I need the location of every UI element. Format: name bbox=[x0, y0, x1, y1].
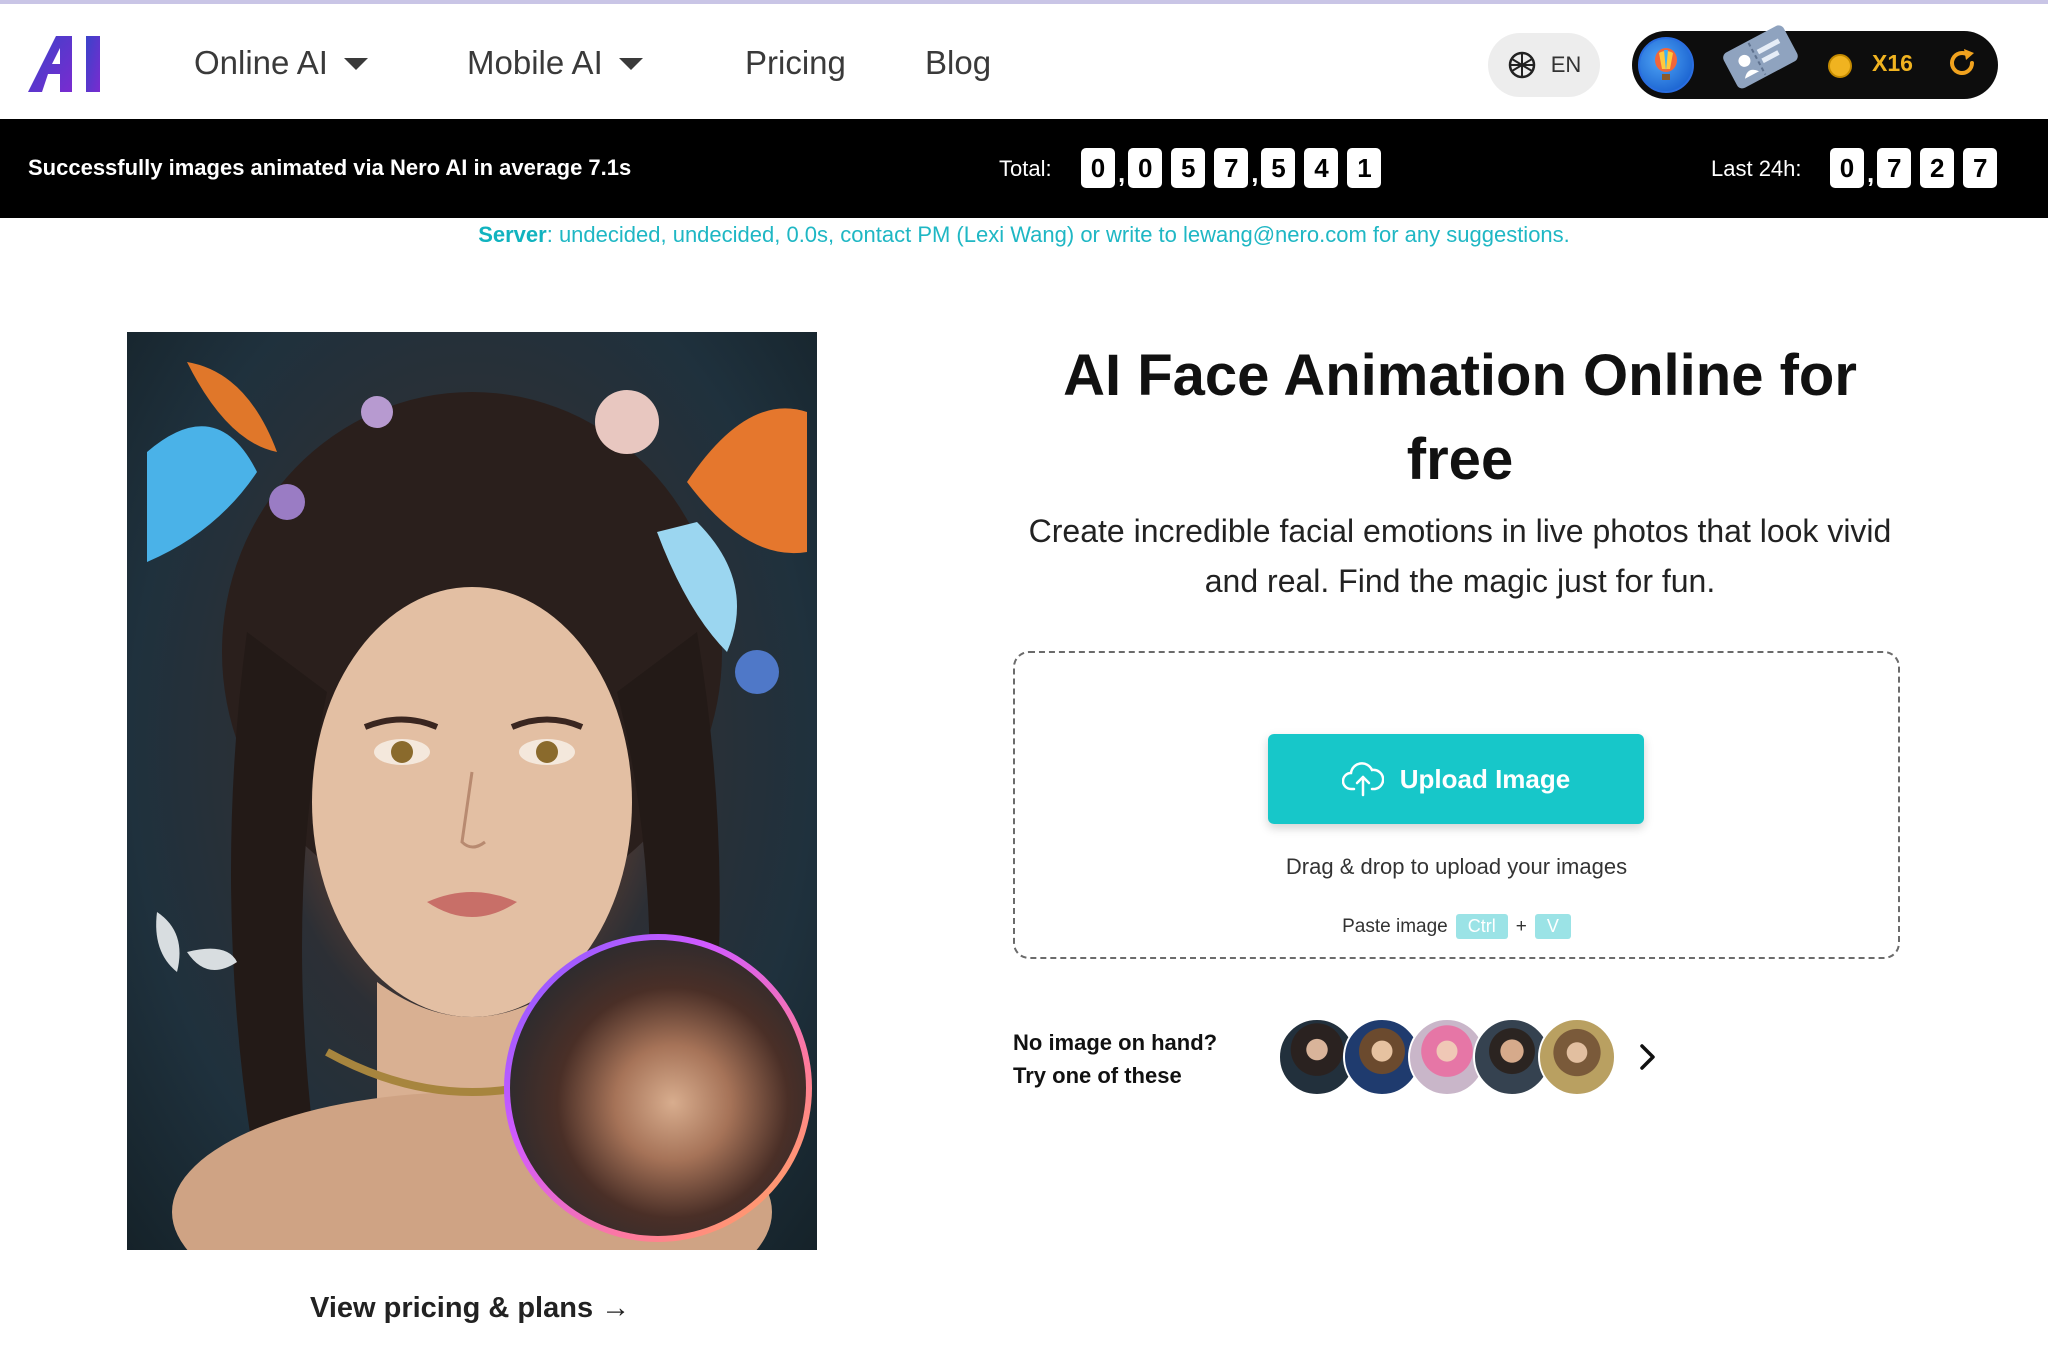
account-panel: X16 bbox=[1632, 25, 1998, 99]
last24-counter: 0 , 7 2 7 bbox=[1830, 148, 1998, 188]
chevron-right-icon[interactable] bbox=[1636, 1040, 1660, 1074]
total-label: Total: bbox=[999, 156, 1052, 181]
server-text: : undecided, undecided, 0.0s, contact PM… bbox=[546, 222, 1570, 247]
counter-digit: 5 bbox=[1171, 148, 1206, 188]
nav-blog-label: Blog bbox=[925, 44, 992, 81]
counter-digit: 0 bbox=[1081, 148, 1115, 188]
language-label: EN bbox=[1550, 52, 1582, 77]
refresh-icon[interactable] bbox=[1944, 45, 1980, 81]
drag-drop-hint: Drag & drop to upload your images bbox=[1285, 854, 1628, 879]
page-title: AI Face Animation Online for free bbox=[1063, 343, 1857, 492]
counter-digit: 0 bbox=[1128, 148, 1163, 188]
animated-preview-thumbnail bbox=[504, 934, 812, 1242]
sample-prompt: No image on hand? Try one of these bbox=[1013, 1026, 1217, 1092]
nav-mobile-ai[interactable]: Mobile AI bbox=[467, 44, 643, 82]
counter-digit: 5 bbox=[1261, 148, 1296, 188]
plus-sign: + bbox=[1515, 915, 1527, 937]
logo-icon[interactable] bbox=[28, 34, 116, 94]
stats-message: Successfully images animated via Nero AI… bbox=[28, 155, 632, 180]
server-label: Server bbox=[478, 222, 547, 247]
counter-digit: 7 bbox=[1877, 148, 1912, 188]
stats-bar: Successfully images animated via Nero AI… bbox=[0, 119, 2048, 218]
counter-digit: 7 bbox=[1963, 148, 1998, 188]
cloud-upload-icon bbox=[1341, 762, 1384, 797]
upload-image-button[interactable]: Upload Image bbox=[1268, 734, 1644, 824]
nav-pricing-label: Pricing bbox=[745, 44, 846, 81]
coin-icon bbox=[1828, 54, 1852, 78]
top-navbar: Online AI Mobile AI Pricing Blog EN X16 bbox=[0, 4, 2048, 119]
counter-digit: 2 bbox=[1920, 148, 1955, 188]
counter-separator: , bbox=[1118, 158, 1126, 188]
counter-separator: , bbox=[1867, 158, 1875, 188]
page-subtitle: Create incredible facial emotions in liv… bbox=[1028, 513, 1892, 599]
sample-image-5[interactable] bbox=[1538, 1018, 1616, 1096]
sample-prompt-line1: No image on hand? bbox=[1013, 1030, 1218, 1055]
nav-mobile-ai-label: Mobile AI bbox=[467, 44, 603, 81]
ctrl-key-badge: Ctrl bbox=[1455, 914, 1508, 939]
preview-portrait bbox=[510, 940, 806, 1236]
counter-digit: 4 bbox=[1304, 148, 1339, 188]
total-counter: 0 , 0 5 7 , 5 4 1 bbox=[1081, 148, 1382, 188]
counter-digit: 1 bbox=[1347, 148, 1382, 188]
paste-label: Paste image bbox=[1342, 915, 1448, 937]
paste-hint: Paste image Ctrl + V bbox=[1013, 914, 1900, 939]
globe-icon bbox=[1508, 51, 1535, 79]
upload-image-label: Upload Image bbox=[1399, 763, 1571, 794]
nav-blog[interactable]: Blog bbox=[925, 44, 991, 82]
chevron-down-icon bbox=[343, 58, 368, 70]
counter-separator: , bbox=[1251, 158, 1259, 188]
ticket-icon[interactable] bbox=[1720, 23, 1800, 89]
coin-count: X16 bbox=[1872, 50, 1913, 76]
server-status: Server: undecided, undecided, 0.0s, cont… bbox=[0, 222, 2048, 248]
sample-prompt-line2: Try one of these bbox=[1013, 1063, 1182, 1088]
v-key-badge: V bbox=[1534, 914, 1571, 939]
view-pricing-link[interactable]: View pricing & plans → bbox=[310, 1292, 630, 1325]
nav-online-ai[interactable]: Online AI bbox=[194, 44, 368, 82]
counter-digit: 7 bbox=[1214, 148, 1249, 188]
language-selector[interactable]: EN bbox=[1488, 33, 1600, 97]
nav-pricing[interactable]: Pricing bbox=[745, 44, 846, 82]
balloon-avatar-icon[interactable] bbox=[1638, 37, 1694, 93]
counter-digit: 0 bbox=[1830, 148, 1864, 188]
chevron-down-icon bbox=[618, 58, 643, 70]
last24-label: Last 24h: bbox=[1711, 156, 1802, 181]
nav-online-ai-label: Online AI bbox=[194, 44, 328, 81]
